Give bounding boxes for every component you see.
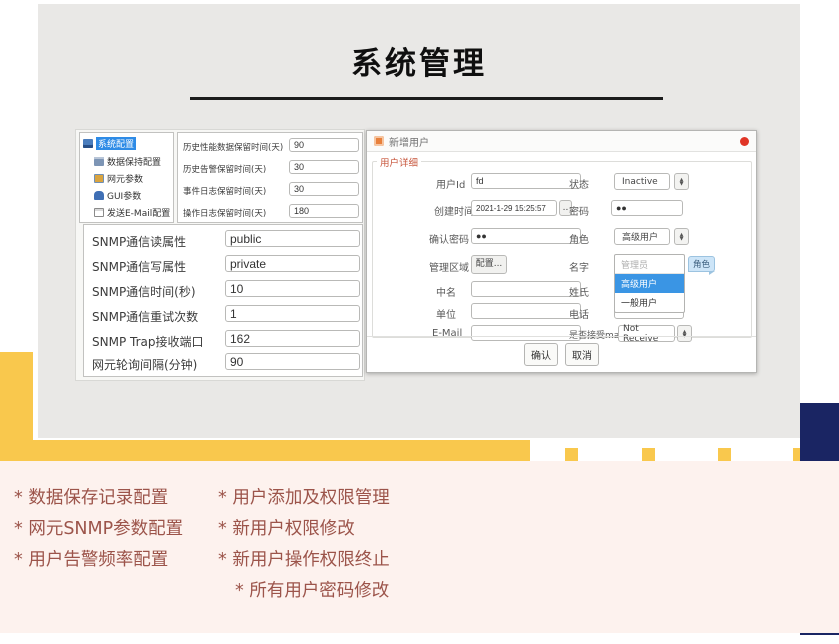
confirm-password-input[interactable] xyxy=(471,228,581,244)
config-tree: 系统配置 数据保持配置 网元参数 GUI参数 发送E-Mail配置 xyxy=(79,132,174,223)
dialog-title: 新增用户 xyxy=(389,134,429,149)
field-label: SNMP通信时间(秒) xyxy=(92,283,196,300)
role-spinner[interactable]: ▲▼ xyxy=(674,228,689,245)
user-icon xyxy=(94,191,104,200)
tree-item-email-config[interactable]: 发送E-Mail配置 xyxy=(94,206,170,219)
role-option-general[interactable]: 一般用户 xyxy=(615,293,684,312)
role-option-advanced[interactable]: 高级用户 xyxy=(615,274,684,293)
created-time-label: 创建时间 xyxy=(434,203,474,218)
summary-area: * 数据保存记录配置 * 网元SNMP参数配置 * 用户告警频率配置 * 用户添… xyxy=(0,461,839,633)
user-id-input[interactable] xyxy=(471,173,581,189)
field-label: 事件日志保留时间(天) xyxy=(183,185,266,197)
field-label: 网元轮询间隔(分钟) xyxy=(92,356,197,373)
last-name-label: 姓氏 xyxy=(569,284,589,299)
status-combobox[interactable]: Inactive xyxy=(614,173,670,190)
event-log-retention-input[interactable] xyxy=(289,182,359,196)
yellow-band xyxy=(0,440,530,461)
role-combobox[interactable]: 高级用户 xyxy=(614,228,670,245)
org-input[interactable] xyxy=(471,303,581,319)
op-log-retention-input[interactable] xyxy=(289,204,359,218)
bullet-item: * 新用户操作权限终止 xyxy=(218,545,390,576)
bullet-item: * 用户添加及权限管理 xyxy=(218,483,390,514)
bullet-column-right: * 用户添加及权限管理 * 新用户权限修改 * 新用户操作权限终止 * 所有用户… xyxy=(218,483,390,607)
phone-label: 电话 xyxy=(569,306,589,321)
bullet-item: * 网元SNMP参数配置 xyxy=(14,514,183,545)
role-label: 角色 xyxy=(569,231,589,246)
tree-item-label: GUI参数 xyxy=(107,189,141,202)
password-label: 密码 xyxy=(569,203,589,218)
bullet-item: * 用户告警频率配置 xyxy=(14,545,183,576)
add-user-icon xyxy=(374,136,384,146)
history-alarm-retention-input[interactable] xyxy=(289,160,359,174)
tree-item-label: 发送E-Mail配置 xyxy=(107,206,170,219)
confirm-button[interactable]: 确认 xyxy=(524,343,558,366)
user-id-label: 用户Id xyxy=(436,176,465,191)
admin-region-label: 管理区域 xyxy=(429,259,469,274)
tree-item-label: 系统配置 xyxy=(96,137,136,150)
title-underline xyxy=(190,97,663,100)
yellow-square xyxy=(718,448,731,461)
add-user-dialog: 新增用户 用户详细 用户Id 状态 Inactive ▲▼ 创建时间 .. 密码… xyxy=(366,130,757,373)
bullet-column-left: * 数据保存记录配置 * 网元SNMP参数配置 * 用户告警频率配置 xyxy=(14,483,183,576)
field-label: 操作日志保留时间(天) xyxy=(183,207,266,219)
page: 系统管理 系统配置 数据保持配置 网元参数 G xyxy=(0,0,839,644)
snmp-read-input[interactable] xyxy=(225,230,360,247)
field-label: SNMP通信写属性 xyxy=(92,258,186,275)
tree-item-ne-params[interactable]: 网元参数 xyxy=(94,172,143,185)
middle-name-input[interactable] xyxy=(471,281,581,297)
snmp-write-input[interactable] xyxy=(225,255,360,272)
system-config-screenshot: 系统配置 数据保持配置 网元参数 GUI参数 发送E-Mail配置 xyxy=(75,129,365,381)
first-name-label: 名字 xyxy=(569,259,589,274)
ne-poll-interval-input[interactable] xyxy=(225,353,360,370)
field-label: SNMP通信读属性 xyxy=(92,233,186,250)
snmp-form: SNMP通信读属性 SNMP通信写属性 SNMP通信时间(秒) SNMP通信重试… xyxy=(83,224,363,377)
slide-title: 系统管理 xyxy=(38,38,800,83)
tree-item-system-config[interactable]: 系统配置 xyxy=(83,137,136,150)
snmp-timeout-input[interactable] xyxy=(225,280,360,297)
slide-background: 系统管理 系统配置 数据保持配置 网元参数 G xyxy=(38,4,800,438)
groupbox-label: 用户详细 xyxy=(377,155,421,169)
field-label: 历史告警保留时间(天) xyxy=(183,163,266,175)
role-option-admin[interactable]: 管理员 xyxy=(615,255,684,274)
status-spinner[interactable]: ▲▼ xyxy=(674,173,689,190)
mail-icon xyxy=(94,208,104,217)
org-label: 单位 xyxy=(436,306,456,321)
yellow-square xyxy=(565,448,578,461)
dialog-header: 新增用户 xyxy=(367,131,756,152)
history-perf-retention-input[interactable] xyxy=(289,138,359,152)
bullet-item: * 新用户权限修改 xyxy=(218,514,390,545)
created-time-input[interactable] xyxy=(471,200,557,216)
password-input[interactable] xyxy=(611,200,683,216)
dialog-footer: 确认 取消 xyxy=(367,336,756,372)
role-tooltip: 角色 xyxy=(688,256,715,272)
role-dropdown-list: 管理员 高级用户 一般用户 xyxy=(614,254,685,313)
snmp-retry-input[interactable] xyxy=(225,305,360,322)
tree-item-label: 数据保持配置 xyxy=(107,155,161,168)
tree-item-gui-params[interactable]: GUI参数 xyxy=(94,189,141,202)
database-icon xyxy=(94,157,104,166)
tree-item-data-retention[interactable]: 数据保持配置 xyxy=(94,155,161,168)
field-label: SNMP Trap接收端口 xyxy=(92,333,203,350)
yellow-square xyxy=(642,448,655,461)
middle-name-label: 中名 xyxy=(436,284,456,299)
region-config-button[interactable]: 配置... xyxy=(471,255,507,274)
status-label: 状态 xyxy=(569,176,589,191)
confirm-password-label: 确认密码 xyxy=(429,231,469,246)
field-label: 历史性能数据保留时间(天) xyxy=(183,141,283,153)
computer-icon xyxy=(83,139,93,148)
bullet-item: * 数据保存记录配置 xyxy=(14,483,183,514)
bullet-item: * 所有用户密码修改 xyxy=(218,576,390,607)
retention-form: 历史性能数据保留时间(天) 历史告警保留时间(天) 事件日志保留时间(天) 操作… xyxy=(177,132,363,223)
close-dot-icon[interactable] xyxy=(740,137,749,146)
table-card-icon xyxy=(94,174,104,183)
cancel-button[interactable]: 取消 xyxy=(565,343,599,366)
tree-item-label: 网元参数 xyxy=(107,172,143,185)
snmp-trap-port-input[interactable] xyxy=(225,330,360,347)
field-label: SNMP通信重试次数 xyxy=(92,308,198,325)
